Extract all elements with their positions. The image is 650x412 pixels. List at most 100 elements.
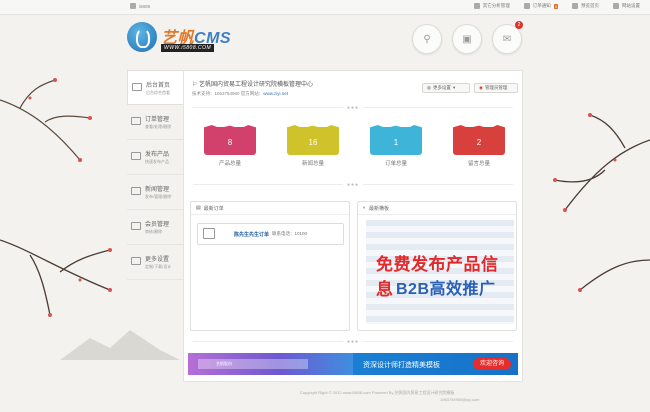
truck-icon: ▣ (462, 33, 472, 45)
mail-icon (523, 3, 530, 9)
latest-template-panel: ◐ 最新横板 免费发布产品信息 B2B高效推广 (357, 201, 517, 331)
divider-dots: ●●● (184, 105, 522, 111)
admin-manage-button[interactable]: ◉ 管理员管理 (474, 83, 518, 93)
sidebar-item-home[interactable]: 后台首页 后台综合首看 (127, 70, 183, 105)
sidebar-item-more-settings[interactable]: 更多设置 定制/下载/设计 (127, 245, 183, 280)
settings-icon: ◍ (427, 85, 431, 90)
consult-button[interactable]: 欢迎咨询 (473, 358, 511, 370)
template-preview-image[interactable]: 免费发布产品信息 B2B高效推广 (366, 220, 514, 324)
sidebar-item-orders[interactable]: 订单管理 查看/处理/删除 (127, 105, 183, 140)
site-name: ⚐ 艺帆国内贸易工程设计研究院横板管理中心 (192, 82, 314, 88)
divider-dots: ●●● (184, 182, 522, 188)
copyright-text: Copyright Right © 2012 www.i5808.com Pow… (300, 390, 455, 395)
sidebar-item-members[interactable]: 会员管理 审核/删除 (127, 210, 183, 245)
mail-icon (131, 117, 141, 125)
sidebar-item-sub: 审核/删除 (145, 229, 163, 234)
edit-icon (131, 152, 141, 160)
cloud-icon (572, 3, 578, 9)
banner-right-text: 资深设计师打造精美模板 (363, 362, 440, 369)
logo-url: WWW.i5808.COM (161, 44, 215, 52)
sidebar-item-sub: 快速发布产品 (145, 159, 169, 164)
sidebar-item-title: 会员管理 (145, 222, 170, 228)
latest-template-header: ◐ 最新横板 (358, 202, 516, 215)
sidebar-item-title: 后台首页 (146, 83, 171, 89)
logo[interactable]: 艺帆CMS WWW.i5808.COM (127, 22, 237, 56)
top-link-preview-home[interactable]: 预览首页 (572, 3, 599, 9)
latest-orders-panel: ▤ 最新订单 陈先生先生订单 联系电话：10100 (190, 201, 350, 331)
ad-line-2: B2B高效推广 (396, 281, 496, 298)
more-settings-button[interactable]: ◍ 更多设置 ▾ (422, 83, 470, 93)
stat-products-label: 产品总量 (218, 161, 241, 167)
sidebar-item-publish-product[interactable]: 发布产品 快速发布产品 (127, 140, 183, 175)
sidebar-item-title: 新闻管理 (145, 187, 170, 193)
banner-right: 资深设计师打造精美模板 欢迎咨询 (353, 353, 518, 375)
footer-email: 1063754960@qq.com (440, 397, 480, 402)
latest-orders-header: ▤ 最新订单 (191, 202, 349, 215)
top-links: 其它分析管理 订单通知 3 预览首页 网站设置 (473, 3, 640, 9)
top-link-other-admin[interactable]: 其它分析管理 (473, 3, 510, 9)
domain-text: i5808 (139, 3, 151, 9)
sidebar-item-title: 更多设置 (145, 257, 170, 263)
cart-icon (203, 228, 215, 239)
order-phone: 联系电话：10100 (272, 231, 308, 236)
more-settings-label: 更多设置 (432, 85, 451, 90)
gear-icon (613, 3, 619, 9)
top-domain: i5808 (130, 3, 150, 9)
top-link-site-settings[interactable]: 网站设置 (613, 3, 640, 9)
divider-dots: ●●● (184, 339, 522, 345)
stat-messages-label: 留言总量 (467, 161, 490, 167)
template-icon: ◐ (363, 205, 367, 211)
stat-news-value: 16 (287, 127, 339, 155)
site-url-link[interactable]: www.ziyi.net (263, 91, 288, 96)
sidebar-item-sub: 后台综合首看 (146, 90, 170, 95)
top-bar: i5808 其它分析管理 订单通知 3 预览首页 网站设置 (0, 0, 650, 15)
stat-orders[interactable]: 1 订单总量 (370, 127, 422, 167)
stat-products-value: 8 (204, 127, 256, 155)
stat-orders-label: 订单总量 (384, 161, 407, 167)
stat-messages-value: 2 (453, 127, 505, 155)
users-icon (131, 222, 141, 230)
banner-left-text: 艺帆股份 (216, 361, 232, 366)
sidebar-item-sub: 发布/管理/删除 (145, 194, 172, 199)
chart-icon (131, 257, 141, 265)
news-icon (131, 187, 141, 195)
sidebar-item-sub: 定制/下载/设计 (145, 264, 172, 269)
main-panel: ⚐ 艺帆国内贸易工程设计研究院横板管理中心 技术支持：1063754960 官方… (183, 70, 523, 382)
site-support: 技术支持：1063754960 官方网站：www.ziyi.net (192, 91, 289, 96)
order-item: 陈先生先生订单 联系电话：10100 (197, 223, 344, 245)
stat-products[interactable]: 8 产品总量 (204, 127, 256, 167)
home-icon (132, 83, 142, 91)
top-link-label: 订单通知 (532, 3, 551, 8)
top-link-label: 网站设置 (622, 3, 640, 8)
order-count-badge: 3 (553, 3, 558, 9)
document-icon (473, 3, 480, 9)
truck-button[interactable]: ▣ (452, 24, 482, 54)
banner-left: 艺帆股份 (188, 353, 353, 375)
bar-chart-icon (130, 3, 136, 9)
admin-icon: ◉ (479, 85, 483, 90)
plum-branch-right-decoration (553, 113, 650, 292)
mountain-decoration (60, 330, 180, 360)
sidebar-item-news[interactable]: 新闻管理 发布/管理/删除 (127, 175, 183, 210)
sitemap-button[interactable]: ⚲ (412, 24, 442, 54)
stat-news[interactable]: 16 新闻总量 (287, 127, 339, 167)
message-button[interactable]: ✉ 2 (492, 21, 523, 54)
top-link-label: 其它分析管理 (482, 3, 510, 8)
chat-icon: ✉ (502, 33, 512, 45)
sidebar-item-title: 发布产品 (145, 152, 170, 158)
sidebar-item-title: 订单管理 (145, 117, 170, 123)
chevron-down-icon: ▾ (452, 85, 456, 90)
promo-banner[interactable]: 艺帆股份 资深设计师打造精美模板 欢迎咨询 (188, 353, 518, 375)
stat-orders-value: 1 (370, 127, 422, 155)
plum-branch-left-top-decoration (0, 78, 92, 162)
footer: Copyright Right © 2012 www.i5808.com Pow… (300, 390, 560, 402)
top-link-order-notify[interactable]: 订单通知 3 (523, 3, 558, 9)
order-link[interactable]: 陈先生先生订单 (234, 231, 269, 238)
latest-template-title: 最新横板 (369, 205, 390, 212)
stat-messages[interactable]: 2 留言总量 (453, 127, 505, 167)
sidebar-item-sub: 查看/处理/删除 (145, 124, 172, 129)
sitemap-icon: ⚲ (423, 33, 431, 45)
sidebar: 后台首页 后台综合首看 订单管理 查看/处理/删除 发布产品 快速发布产品 新闻… (127, 70, 183, 280)
message-count-badge: 2 (515, 21, 523, 29)
latest-orders-title: 最新订单 (203, 205, 224, 212)
